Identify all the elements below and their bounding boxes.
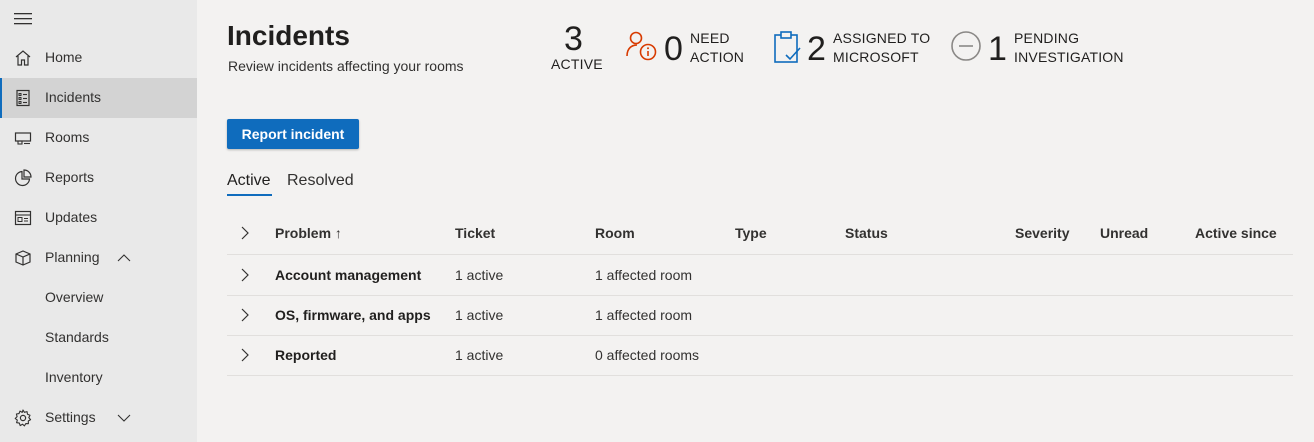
sidebar-item-settings[interactable]: Settings <box>0 398 197 438</box>
sidebar-item-label: Incidents <box>45 89 102 105</box>
stat-assigned-label-1: ASSIGNED TO <box>833 30 931 46</box>
main-content: Incidents Review incidents affecting you… <box>197 0 1314 442</box>
cell-problem: Account management <box>275 267 422 283</box>
tab-active[interactable]: Active <box>227 172 271 190</box>
sidebar-item-incidents[interactable]: Incidents <box>0 78 197 118</box>
updates-icon <box>14 210 32 226</box>
sidebar-item-label: Settings <box>45 409 96 425</box>
cell-problem: OS, firmware, and apps <box>275 307 431 323</box>
cell-ticket: 1 active <box>455 347 504 363</box>
sidebar-item-updates[interactable]: Updates <box>0 198 197 238</box>
blocked-circle-icon <box>951 31 981 61</box>
package-icon <box>15 250 31 266</box>
sidebar-item-standards[interactable]: Standards <box>0 318 197 358</box>
sidebar-item-home[interactable]: Home <box>0 38 197 78</box>
tab-active-indicator <box>227 194 272 196</box>
gear-icon <box>14 409 32 427</box>
chevron-right-icon[interactable] <box>239 268 251 282</box>
stat-active-value: 3 <box>564 20 583 58</box>
column-header-problem[interactable]: Problem ↑ <box>275 225 342 241</box>
sidebar-item-planning[interactable]: Planning <box>0 238 197 278</box>
tab-resolved[interactable]: Resolved <box>287 172 354 190</box>
chevron-right-icon[interactable] <box>239 308 251 322</box>
sidebar-item-label: Planning <box>45 249 100 265</box>
sidebar: Home Incidents Rooms Reports Updates Pla… <box>0 0 197 442</box>
clipboard-check-icon <box>774 31 801 63</box>
sidebar-item-label: Home <box>45 49 83 65</box>
table-row[interactable]: Account management 1 active 1 affected r… <box>227 255 1293 296</box>
chevron-down-icon[interactable] <box>117 411 131 425</box>
cell-ticket: 1 active <box>455 267 504 283</box>
chevron-up-icon[interactable] <box>117 251 131 265</box>
report-incident-button[interactable]: Report incident <box>227 119 359 149</box>
stat-active-label: ACTIVE <box>551 56 603 72</box>
cell-problem: Reported <box>275 347 337 363</box>
sidebar-item-label: Standards <box>45 329 109 345</box>
column-header-ticket[interactable]: Ticket <box>455 225 495 241</box>
page-subtitle: Review incidents affecting your rooms <box>228 58 464 74</box>
sidebar-item-label: Inventory <box>45 369 103 385</box>
hamburger-menu-icon[interactable] <box>14 12 32 26</box>
sidebar-item-label: Overview <box>45 289 104 305</box>
table-row[interactable]: OS, firmware, and apps 1 active 1 affect… <box>227 295 1293 336</box>
cell-room: 0 affected rooms <box>595 347 700 363</box>
column-header-unread[interactable]: Unread <box>1100 225 1148 241</box>
rooms-icon <box>14 132 32 145</box>
sidebar-item-overview[interactable]: Overview <box>0 278 197 318</box>
page-title: Incidents <box>227 20 350 51</box>
stat-need-action-label-1: NEED <box>690 30 730 46</box>
home-icon <box>15 50 31 66</box>
cell-ticket: 1 active <box>455 307 504 323</box>
sidebar-item-rooms[interactable]: Rooms <box>0 118 197 158</box>
stat-assigned-label-2: MICROSOFT <box>833 49 919 65</box>
column-header-room[interactable]: Room <box>595 225 635 241</box>
table-row[interactable]: Reported 1 active 0 affected rooms <box>227 335 1293 376</box>
cell-room: 1 affected room <box>595 267 693 283</box>
sidebar-item-inventory[interactable]: Inventory <box>0 358 197 398</box>
pie-chart-icon <box>14 169 32 187</box>
sidebar-item-label: Updates <box>45 209 98 225</box>
sidebar-item-label: Rooms <box>45 129 90 145</box>
incidents-icon <box>16 89 30 107</box>
sidebar-item-reports[interactable]: Reports <box>0 158 197 198</box>
chevron-right-icon[interactable] <box>239 348 251 362</box>
column-header-active-since[interactable]: Active since <box>1195 225 1277 241</box>
column-header-type[interactable]: Type <box>735 225 767 241</box>
expand-all-chevron-icon[interactable] <box>239 226 251 240</box>
stat-need-action-label-2: ACTION <box>690 49 745 65</box>
stat-pending-value: 1 <box>988 30 1007 68</box>
stat-need-action-value: 0 <box>664 30 683 68</box>
person-alert-icon <box>626 31 657 61</box>
cell-room: 1 affected room <box>595 307 693 323</box>
stat-assigned-value: 2 <box>807 30 826 68</box>
stat-pending-label-2: INVESTIGATION <box>1014 49 1124 65</box>
column-header-severity[interactable]: Severity <box>1015 225 1069 241</box>
stat-pending-label-1: PENDING <box>1014 30 1080 46</box>
column-header-status[interactable]: Status <box>845 225 888 241</box>
sidebar-item-label: Reports <box>45 169 95 185</box>
